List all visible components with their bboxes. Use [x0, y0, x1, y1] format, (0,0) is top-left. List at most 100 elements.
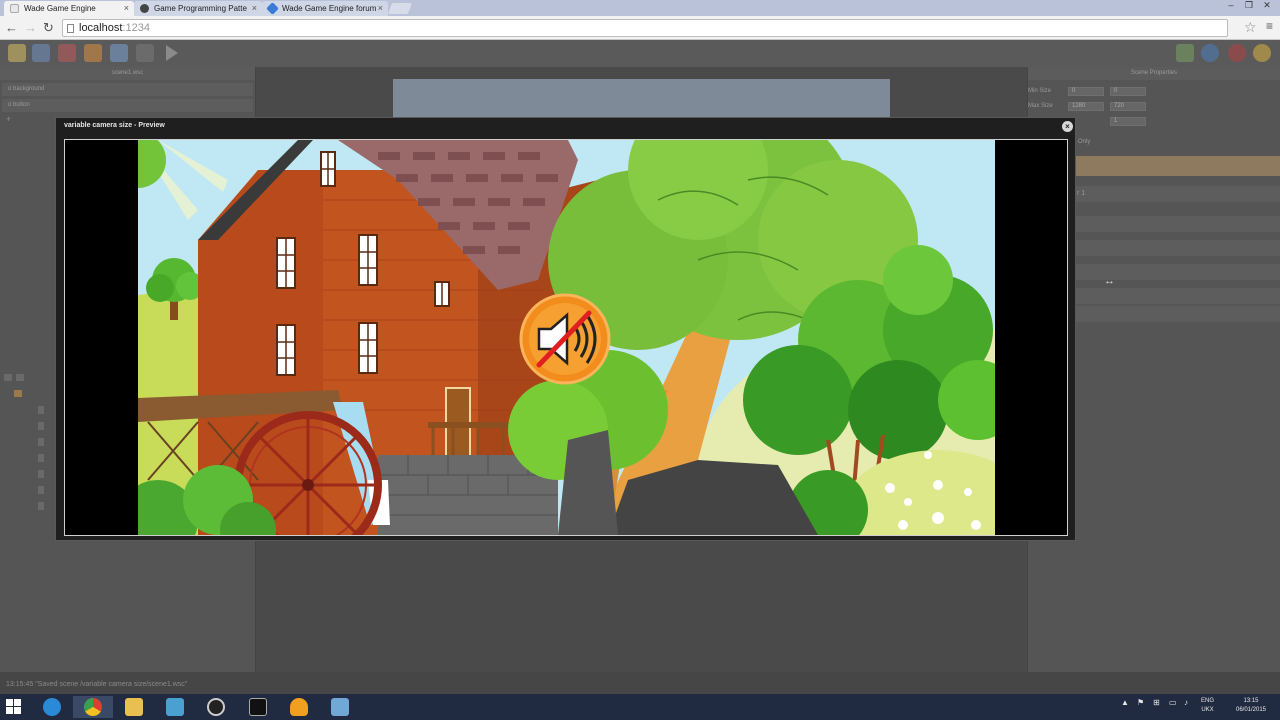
- max-size-width-input[interactable]: 1280: [1068, 102, 1104, 111]
- tab-label: Wade Game Engine forum: [282, 4, 377, 13]
- site-favicon-icon: [140, 4, 149, 13]
- taskbar-chrome[interactable]: [73, 696, 113, 718]
- system-clock[interactable]: 13:15 06/01/2015: [1228, 697, 1274, 715]
- file-icon[interactable]: [38, 454, 44, 462]
- url-input[interactable]: localhost:1234: [62, 19, 1228, 37]
- close-tab-icon[interactable]: ×: [252, 3, 257, 13]
- file-icon[interactable]: [38, 470, 44, 478]
- maximize-button[interactable]: ❐: [1240, 0, 1258, 11]
- tab-wade-game-engine[interactable]: Wade Game Engine ×: [4, 1, 134, 16]
- taskbar-app[interactable]: [155, 696, 195, 718]
- keyboard-layout: UKX: [1201, 707, 1214, 713]
- close-window-button[interactable]: ✕: [1258, 0, 1276, 11]
- editor-status-bar: 13:15:45 "Saved scene /variable camera s…: [0, 672, 1280, 694]
- taskbar-ie[interactable]: [32, 696, 72, 718]
- file-icon[interactable]: [38, 438, 44, 446]
- zoom-input[interactable]: 1: [1110, 117, 1146, 126]
- file-icon[interactable]: [38, 486, 44, 494]
- smiley-icon[interactable]: [1253, 44, 1271, 62]
- only-button[interactable]: Only: [1078, 139, 1090, 145]
- minimize-button[interactable]: –: [1222, 0, 1240, 10]
- windows-taskbar: ▲ ⚑ ⊞ ▭ ♪ ENG UKX 13:15 06/01/2015: [0, 694, 1280, 720]
- folder-icon[interactable]: [4, 374, 12, 381]
- show-hidden-icons-button[interactable]: ▲: [1121, 698, 1129, 707]
- preview-icon[interactable]: [136, 44, 154, 62]
- help-icon[interactable]: [1201, 44, 1219, 62]
- assets-icon[interactable]: [1176, 44, 1194, 62]
- input-language-indicator[interactable]: ENG UKX: [1201, 697, 1214, 715]
- tab-wade-forum[interactable]: Wade Game Engine forum ×: [262, 1, 388, 16]
- taskbar-obs[interactable]: [196, 696, 236, 718]
- max-size-label: Max Size: [1028, 103, 1053, 109]
- file-icon[interactable]: [38, 422, 44, 430]
- file-explorer-icon: [125, 698, 143, 716]
- mute-toggle-button[interactable]: [517, 291, 613, 387]
- max-size-height-input[interactable]: 720: [1110, 102, 1146, 111]
- panel-title: scene1.wsc: [0, 67, 255, 80]
- page-favicon-icon: [10, 4, 19, 13]
- chrome-menu-icon[interactable]: ≡: [1266, 19, 1273, 33]
- wade-favicon-icon: [266, 2, 279, 15]
- language-code: ENG: [1201, 698, 1215, 704]
- new-tab-button[interactable]: [387, 3, 413, 14]
- tab-label: Wade Game Engine: [24, 4, 96, 13]
- clock-date: 06/01/2015: [1235, 707, 1267, 713]
- network-icon[interactable]: ⊞: [1153, 698, 1160, 707]
- flag-icon[interactable]: ⚑: [1137, 698, 1144, 707]
- volume-icon[interactable]: ♪: [1184, 698, 1188, 707]
- new-scene-icon[interactable]: [8, 44, 26, 62]
- terminal-icon: [249, 698, 267, 716]
- internet-explorer-icon: [43, 698, 61, 716]
- clock-time: 13:15: [1243, 698, 1259, 704]
- game-scene: [138, 140, 995, 535]
- taskbar-audio[interactable]: [279, 696, 319, 718]
- url-port: :1234: [122, 22, 150, 34]
- panel-title: Scene Properties: [1028, 67, 1280, 80]
- browser-tab-strip: Wade Game Engine × Game Programming Patt…: [0, 0, 1280, 16]
- display-icon[interactable]: ▭: [1169, 698, 1177, 707]
- play-icon[interactable]: [166, 45, 178, 61]
- close-tab-icon[interactable]: ×: [378, 3, 383, 13]
- folder-icon[interactable]: [14, 390, 22, 397]
- min-size-label: Min Size: [1028, 88, 1052, 94]
- layer-label: r 1: [1077, 190, 1086, 197]
- muted-speaker-icon: [519, 293, 611, 385]
- taskbar-terminal[interactable]: [238, 696, 278, 718]
- back-arrow-icon[interactable]: ←: [5, 20, 18, 35]
- obs-icon: [207, 698, 225, 716]
- reload-icon[interactable]: ↻: [43, 20, 54, 36]
- min-size-height-input[interactable]: 0: [1110, 87, 1146, 96]
- taskbar-explorer[interactable]: [114, 696, 154, 718]
- tab-game-programming-patterns[interactable]: Game Programming Patte ×: [134, 1, 262, 16]
- chrome-icon: [84, 698, 102, 716]
- status-message: 13:15:45 "Saved scene /variable camera s…: [6, 681, 188, 688]
- community-icon[interactable]: [1228, 44, 1246, 62]
- file-icon[interactable]: [38, 502, 44, 510]
- browser-address-bar: ← → ↻ localhost:1234: [0, 16, 1280, 40]
- layer-item-button[interactable]: o button: [2, 99, 253, 112]
- close-tab-icon[interactable]: ×: [124, 3, 129, 13]
- headphones-icon: [290, 698, 308, 716]
- windows-start-icon[interactable]: [6, 699, 22, 715]
- open-folder-icon[interactable]: [32, 44, 50, 62]
- open-folder-icon[interactable]: [16, 374, 24, 381]
- forward-arrow-icon[interactable]: →: [24, 20, 37, 35]
- game-viewport[interactable]: [64, 139, 1068, 536]
- layer-item-background[interactable]: o background: [2, 83, 253, 96]
- bookmark-star-icon[interactable]: ☆: [1244, 19, 1257, 36]
- window-icon: [331, 698, 349, 716]
- file-icon[interactable]: [38, 406, 44, 414]
- taskbar-window[interactable]: [320, 696, 360, 718]
- close-dialog-button[interactable]: ×: [1062, 121, 1073, 132]
- min-size-width-input[interactable]: 0: [1068, 87, 1104, 96]
- window-controls: – ❐ ✕: [1222, 0, 1276, 11]
- preview-dialog: variable camera size - Preview ×: [55, 117, 1076, 541]
- resize-cursor-icon: ↔: [1104, 275, 1115, 287]
- editor-toolbar: [0, 40, 1280, 67]
- page-icon: [67, 24, 74, 33]
- export-icon[interactable]: [84, 44, 102, 62]
- url-host: localhost: [79, 22, 123, 34]
- tab-label: Game Programming Patte: [154, 4, 247, 13]
- settings-icon[interactable]: [110, 44, 128, 62]
- save-icon[interactable]: [58, 44, 76, 62]
